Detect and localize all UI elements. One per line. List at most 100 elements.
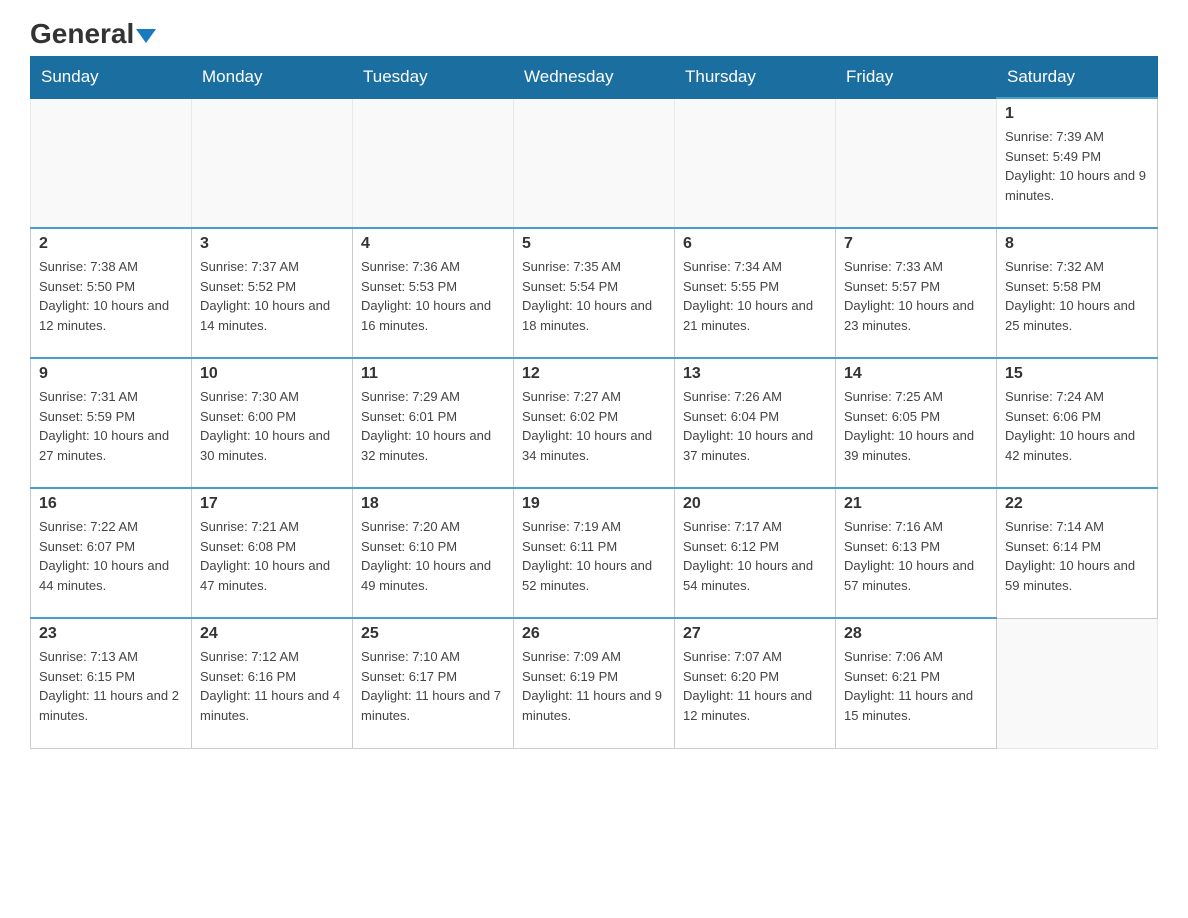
- weekday-header-thursday: Thursday: [675, 57, 836, 99]
- calendar-cell: [353, 98, 514, 228]
- day-info: Sunrise: 7:33 AMSunset: 5:57 PMDaylight:…: [844, 257, 988, 335]
- day-number: 14: [844, 365, 988, 383]
- calendar-cell: [997, 618, 1158, 748]
- day-info: Sunrise: 7:09 AMSunset: 6:19 PMDaylight:…: [522, 647, 666, 725]
- day-number: 6: [683, 235, 827, 253]
- logo-triangle-icon: [136, 29, 156, 43]
- logo: General: [30, 20, 156, 46]
- calendar-cell: 10 Sunrise: 7:30 AMSunset: 6:00 PMDayligh…: [192, 358, 353, 488]
- weekday-header-monday: Monday: [192, 57, 353, 99]
- day-number: 24: [200, 625, 344, 643]
- day-number: 26: [522, 625, 666, 643]
- week-row-5: 23 Sunrise: 7:13 AMSunset: 6:15 PMDayligh…: [31, 618, 1158, 748]
- day-number: 1: [1005, 105, 1149, 123]
- week-row-3: 9 Sunrise: 7:31 AMSunset: 5:59 PMDaylight…: [31, 358, 1158, 488]
- weekday-header-wednesday: Wednesday: [514, 57, 675, 99]
- day-number: 8: [1005, 235, 1149, 253]
- day-number: 12: [522, 365, 666, 383]
- day-number: 11: [361, 365, 505, 383]
- week-row-1: 1 Sunrise: 7:39 AMSunset: 5:49 PMDaylight…: [31, 98, 1158, 228]
- day-info: Sunrise: 7:31 AMSunset: 5:59 PMDaylight:…: [39, 387, 183, 465]
- calendar-cell: 18 Sunrise: 7:20 AMSunset: 6:10 PMDayligh…: [353, 488, 514, 618]
- calendar-cell: 15 Sunrise: 7:24 AMSunset: 6:06 PMDayligh…: [997, 358, 1158, 488]
- logo-main: General: [30, 20, 156, 48]
- calendar-cell: 16Sunrise: 7:22 AMSunset: 6:07 PMDayligh…: [31, 488, 192, 618]
- day-info: Sunrise: 7:37 AMSunset: 5:52 PMDaylight:…: [200, 257, 344, 335]
- day-info: Sunrise: 7:32 AMSunset: 5:58 PMDaylight:…: [1005, 257, 1149, 335]
- day-number: 22: [1005, 495, 1149, 513]
- calendar-cell: 7 Sunrise: 7:33 AMSunset: 5:57 PMDaylight…: [836, 228, 997, 358]
- calendar-cell: [31, 98, 192, 228]
- day-info: Sunrise: 7:30 AMSunset: 6:00 PMDaylight:…: [200, 387, 344, 465]
- day-info: Sunrise: 7:39 AMSunset: 5:49 PMDaylight:…: [1005, 127, 1149, 205]
- day-info: Sunrise: 7:19 AMSunset: 6:11 PMDaylight:…: [522, 517, 666, 595]
- calendar-cell: 6 Sunrise: 7:34 AMSunset: 5:55 PMDaylight…: [675, 228, 836, 358]
- day-number: 9: [39, 365, 183, 383]
- day-info: Sunrise: 7:29 AMSunset: 6:01 PMDaylight:…: [361, 387, 505, 465]
- calendar-cell: 22 Sunrise: 7:14 AMSunset: 6:14 PMDayligh…: [997, 488, 1158, 618]
- day-number: 25: [361, 625, 505, 643]
- day-number: 2: [39, 235, 183, 253]
- day-number: 5: [522, 235, 666, 253]
- calendar-cell: 13 Sunrise: 7:26 AMSunset: 6:04 PMDayligh…: [675, 358, 836, 488]
- day-info: Sunrise: 7:16 AMSunset: 6:13 PMDaylight:…: [844, 517, 988, 595]
- week-row-2: 2 Sunrise: 7:38 AMSunset: 5:50 PMDaylight…: [31, 228, 1158, 358]
- day-info: Sunrise: 7:21 AMSunset: 6:08 PMDaylight:…: [200, 517, 344, 595]
- calendar-cell: 14 Sunrise: 7:25 AMSunset: 6:05 PMDayligh…: [836, 358, 997, 488]
- calendar-cell: 2 Sunrise: 7:38 AMSunset: 5:50 PMDaylight…: [31, 228, 192, 358]
- calendar-cell: 5 Sunrise: 7:35 AMSunset: 5:54 PMDaylight…: [514, 228, 675, 358]
- day-number: 18: [361, 495, 505, 513]
- day-number: 23: [39, 625, 183, 643]
- calendar-table: SundayMondayTuesdayWednesdayThursdayFrid…: [30, 56, 1158, 749]
- calendar-cell: 17 Sunrise: 7:21 AMSunset: 6:08 PMDayligh…: [192, 488, 353, 618]
- day-info: Sunrise: 7:26 AMSunset: 6:04 PMDaylight:…: [683, 387, 827, 465]
- calendar-cell: [514, 98, 675, 228]
- day-info: Sunrise: 7:35 AMSunset: 5:54 PMDaylight:…: [522, 257, 666, 335]
- day-number: 3: [200, 235, 344, 253]
- day-info: Sunrise: 7:10 AMSunset: 6:17 PMDaylight:…: [361, 647, 505, 725]
- calendar-cell: 11 Sunrise: 7:29 AMSunset: 6:01 PMDayligh…: [353, 358, 514, 488]
- day-number: 20: [683, 495, 827, 513]
- calendar-cell: 26 Sunrise: 7:09 AMSunset: 6:19 PMDayligh…: [514, 618, 675, 748]
- day-info: Sunrise: 7:25 AMSunset: 6:05 PMDaylight:…: [844, 387, 988, 465]
- calendar-cell: [675, 98, 836, 228]
- calendar-cell: 3 Sunrise: 7:37 AMSunset: 5:52 PMDaylight…: [192, 228, 353, 358]
- day-number: 19: [522, 495, 666, 513]
- calendar-cell: 23 Sunrise: 7:13 AMSunset: 6:15 PMDayligh…: [31, 618, 192, 748]
- calendar-cell: 9 Sunrise: 7:31 AMSunset: 5:59 PMDaylight…: [31, 358, 192, 488]
- day-info: Sunrise: 7:07 AMSunset: 6:20 PMDaylight:…: [683, 647, 827, 725]
- day-number: 7: [844, 235, 988, 253]
- day-info: Sunrise: 7:27 AMSunset: 6:02 PMDaylight:…: [522, 387, 666, 465]
- day-number: 16: [39, 495, 183, 513]
- day-number: 10: [200, 365, 344, 383]
- calendar-cell: 19 Sunrise: 7:19 AMSunset: 6:11 PMDayligh…: [514, 488, 675, 618]
- day-info: Sunrise: 7:24 AMSunset: 6:06 PMDaylight:…: [1005, 387, 1149, 465]
- day-info: Sunrise: 7:20 AMSunset: 6:10 PMDaylight:…: [361, 517, 505, 595]
- day-info: Sunrise: 7:34 AMSunset: 5:55 PMDaylight:…: [683, 257, 827, 335]
- weekday-header-row: SundayMondayTuesdayWednesdayThursdayFrid…: [31, 57, 1158, 99]
- day-info: Sunrise: 7:06 AMSunset: 6:21 PMDaylight:…: [844, 647, 988, 725]
- calendar-cell: 28Sunrise: 7:06 AMSunset: 6:21 PMDayligh…: [836, 618, 997, 748]
- calendar-cell: 12 Sunrise: 7:27 AMSunset: 6:02 PMDayligh…: [514, 358, 675, 488]
- day-info: Sunrise: 7:36 AMSunset: 5:53 PMDaylight:…: [361, 257, 505, 335]
- day-number: 21: [844, 495, 988, 513]
- day-number: 13: [683, 365, 827, 383]
- day-number: 15: [1005, 365, 1149, 383]
- calendar-cell: 25 Sunrise: 7:10 AMSunset: 6:17 PMDayligh…: [353, 618, 514, 748]
- day-info: Sunrise: 7:13 AMSunset: 6:15 PMDaylight:…: [39, 647, 183, 725]
- calendar-cell: 8 Sunrise: 7:32 AMSunset: 5:58 PMDaylight…: [997, 228, 1158, 358]
- day-number: 27: [683, 625, 827, 643]
- weekday-header-sunday: Sunday: [31, 57, 192, 99]
- page-header: General: [30, 20, 1158, 46]
- calendar-cell: [192, 98, 353, 228]
- weekday-header-friday: Friday: [836, 57, 997, 99]
- calendar-cell: 21 Sunrise: 7:16 AMSunset: 6:13 PMDayligh…: [836, 488, 997, 618]
- day-info: Sunrise: 7:12 AMSunset: 6:16 PMDaylight:…: [200, 647, 344, 725]
- calendar-cell: [836, 98, 997, 228]
- day-number: 17: [200, 495, 344, 513]
- calendar-cell: 24 Sunrise: 7:12 AMSunset: 6:16 PMDayligh…: [192, 618, 353, 748]
- day-info: Sunrise: 7:38 AMSunset: 5:50 PMDaylight:…: [39, 257, 183, 335]
- day-info: Sunrise: 7:14 AMSunset: 6:14 PMDaylight:…: [1005, 517, 1149, 595]
- calendar-cell: 4Sunrise: 7:36 AMSunset: 5:53 PMDaylight…: [353, 228, 514, 358]
- calendar-cell: 27 Sunrise: 7:07 AMSunset: 6:20 PMDayligh…: [675, 618, 836, 748]
